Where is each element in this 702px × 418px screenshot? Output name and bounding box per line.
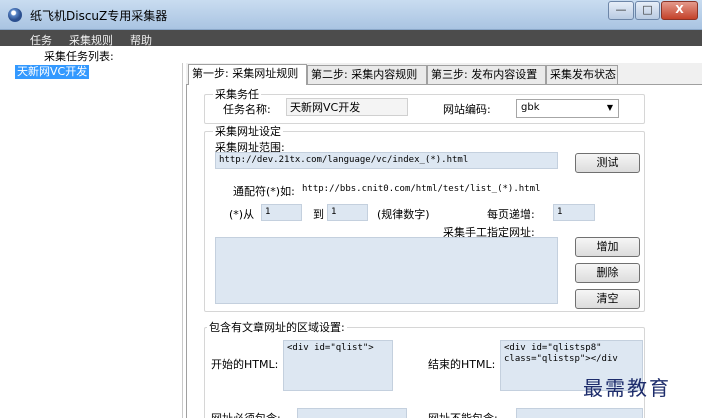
window-title-bar: 纸飞机DiscuZ专用采集器 — □ X [0,0,702,30]
task-name-field[interactable]: 天新网VC开发 [286,98,408,116]
delete-button[interactable]: 删除 [575,263,640,283]
url-must-contain-label: 网址必须包含: [211,410,281,418]
tab-step3-publish-settings[interactable]: 第三步: 发布内容设置 [427,65,546,84]
menu-rules[interactable]: 采集规则 [69,32,113,48]
task-group-legend: 采集务任 [213,88,261,101]
maximize-button[interactable]: □ [635,1,660,20]
url-settings-group: 采集网址设定 采集网址范围: http://dev.21tx.com/langu… [204,125,645,312]
task-group: 采集务任 任务名称: 天新网VC开发 网站编码: gbk ▼ [204,88,645,124]
close-button[interactable]: X [661,1,698,20]
to-field[interactable]: 1 [327,204,368,221]
window-title: 纸飞机DiscuZ专用采集器 [30,9,168,23]
step-field[interactable]: 1 [553,204,595,221]
test-button[interactable]: 测试 [575,153,640,173]
app-icon [8,8,22,22]
region-group-legend: 包含有文章网址的区域设置: [207,321,347,334]
url-must-contain-field[interactable] [297,408,407,418]
minimize-button[interactable]: — [608,1,634,20]
tab-step2-content-rules[interactable]: 第二步: 采集内容规则 [307,65,427,84]
tab-content: 采集务任 任务名称: 天新网VC开发 网站编码: gbk ▼ 采集网址设定 采集… [186,84,702,418]
to-label: 到 [313,208,324,221]
chevron-down-icon: ▼ [606,103,613,112]
clear-button[interactable]: 清空 [575,289,640,309]
step-label: 每页递增: [487,208,535,221]
task-name-label: 任务名称: [223,103,271,116]
menu-bar: 任务 采集规则 帮助 [0,30,702,48]
menu-help[interactable]: 帮助 [130,32,152,48]
start-html-label: 开始的HTML: [211,358,279,371]
url-must-not-contain-field[interactable] [516,408,643,418]
encoding-label: 网站编码: [443,103,491,116]
wildcard-label: 通配符(*)如: [233,185,295,198]
from-field[interactable]: 1 [261,204,302,221]
menu-task[interactable]: 任务 [30,32,52,48]
url-range-field[interactable]: http://dev.21tx.com/language/vc/index_(*… [215,152,558,169]
task-list-label: 采集任务列表: [44,50,114,63]
encoding-select-value: gbk [521,102,540,113]
task-list-item[interactable]: 天新网VC开发 [15,65,90,79]
wildcard-example: http://bbs.cnit0.com/html/test/list_(*).… [302,184,541,194]
add-button[interactable]: 增加 [575,237,640,257]
manual-urls-field[interactable] [215,237,558,304]
url-must-not-contain-label: 网址不能包含: [428,410,498,418]
from-label: (*)从 [229,208,255,221]
task-list[interactable]: 天新网VC开发 [14,63,183,418]
region-settings-group: 包含有文章网址的区域设置: 开始的HTML: <div id="qlist"> … [204,321,645,418]
url-group-legend: 采集网址设定 [213,125,283,138]
encoding-select[interactable]: gbk ▼ [516,99,619,118]
end-html-label: 结束的HTML: [428,358,496,371]
rule-hint: (规律数字) [377,208,430,221]
watermark-logo: 最需教育 [583,376,671,400]
tab-step1-url-rules[interactable]: 第一步: 采集网址规则 [188,64,307,85]
tab-publish-status[interactable]: 采集发布状态 [546,65,618,84]
start-html-field[interactable]: <div id="qlist"> [283,340,393,391]
